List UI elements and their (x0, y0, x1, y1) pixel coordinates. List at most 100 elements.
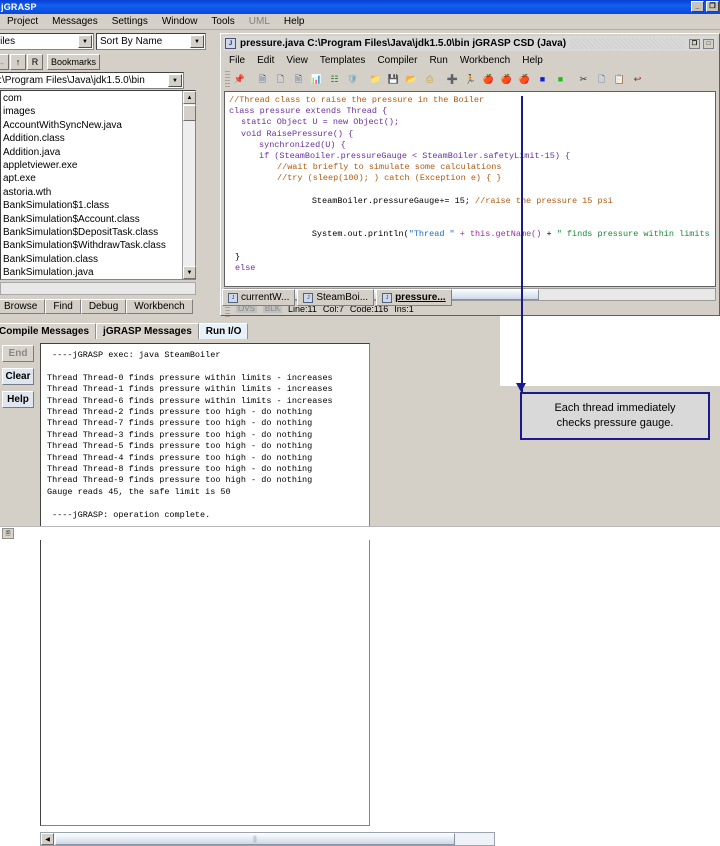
list-item[interactable]: images (3, 105, 195, 118)
csd-titlebar: J pressure.java C:\Program Files\Java\jd… (223, 36, 717, 51)
file-tab-pressure[interactable]: J pressure... (376, 289, 452, 306)
file-tab-currentw[interactable]: J currentW... (222, 289, 295, 306)
list-item[interactable]: Addition.java (3, 146, 195, 159)
chart-icon[interactable]: 📊 (308, 71, 325, 88)
debug-step-icon[interactable]: 🍎 (498, 71, 515, 88)
run-icon[interactable]: 🏃 (462, 71, 479, 88)
folder-open-icon[interactable]: 📁 (367, 71, 384, 88)
path-combo[interactable]: C:\Program Files\Java\jdk1.5.0\bin ▼ (0, 72, 184, 89)
tab-compile-messages[interactable]: Compile Messages (0, 323, 96, 339)
menu-help[interactable]: Help (277, 15, 312, 28)
list-item[interactable]: BankSimulation$Account.class (3, 213, 195, 226)
list-item[interactable]: BankSimulation.java (3, 266, 195, 279)
copy-icon[interactable]: 🗋 (593, 71, 610, 88)
console-line: Thread Thread-3 finds pressure too high … (47, 430, 369, 441)
console-hscrollbar[interactable]: ◀ || (40, 832, 495, 846)
scroll-up-icon[interactable]: ▲ (183, 91, 196, 104)
up-arrow-icon[interactable]: ↑ (10, 54, 26, 70)
console-line: Gauge reads 45, the safe limit is 50 (47, 487, 369, 498)
bookmarks-button[interactable]: Bookmarks (47, 54, 100, 70)
print-icon[interactable]: ⎙ (421, 71, 438, 88)
browse-folder-icon[interactable]: 📂 (403, 71, 420, 88)
pin-icon[interactable]: 📌 (231, 71, 248, 88)
green-bar-icon[interactable]: ■ (552, 71, 569, 88)
hierarchy-icon[interactable]: ☷ (326, 71, 343, 88)
menu-edit[interactable]: Edit (251, 55, 280, 66)
list-item[interactable]: AccountWithSyncNew.java (3, 119, 195, 132)
minimize-icon[interactable]: _ (691, 1, 704, 12)
open-file-icon[interactable]: 🗋 (272, 71, 289, 88)
csd-menubar: File Edit View Templates Compiler Run Wo… (223, 53, 549, 67)
code-token: this (459, 285, 479, 287)
list-item[interactable]: com (3, 92, 195, 105)
menu-compiler[interactable]: Compiler (371, 55, 423, 66)
save-file-icon[interactable]: 🖹 (290, 71, 307, 88)
file-tab-steamboiler[interactable]: J SteamBoi... (297, 289, 374, 306)
menu-workbench[interactable]: Workbench (454, 55, 516, 66)
annotation-line-2: checks pressure gauge. (557, 416, 674, 431)
restore-icon[interactable]: ❐ (689, 39, 700, 49)
code-editor[interactable]: //Thread class to raise the pressure in … (224, 91, 716, 287)
file-list-scrollbar[interactable]: ▲ ▼ (182, 91, 195, 279)
help-button[interactable]: Help (2, 391, 34, 408)
chevron-down-icon[interactable]: ▼ (168, 74, 182, 87)
chevron-down-icon[interactable]: ▼ (190, 35, 204, 48)
scrollbar-thumb[interactable]: || (55, 833, 455, 845)
debug-apple-icon[interactable]: 🍎 (480, 71, 497, 88)
list-item[interactable]: BankSimulation$WithdrawTask.class (3, 239, 195, 252)
new-file-icon[interactable]: 🗎 (254, 71, 271, 88)
menu-settings[interactable]: Settings (105, 15, 155, 28)
menu-file[interactable]: File (223, 55, 251, 66)
refresh-button[interactable]: R (27, 54, 43, 70)
undo-icon[interactable]: ↩ (629, 71, 646, 88)
scroll-down-icon[interactable]: ▼ (183, 266, 196, 279)
menu-run[interactable]: Run (423, 55, 453, 66)
cut-icon[interactable]: ✂ (575, 71, 592, 88)
shield-icon[interactable]: 🛡 (344, 71, 361, 88)
sidebar-item-find[interactable]: Find (45, 299, 80, 314)
restore-icon[interactable]: ❐ (706, 1, 719, 12)
tab-jgrasp-messages[interactable]: jGRASP Messages (96, 323, 199, 339)
back-arrow-icon[interactable]: → (0, 54, 9, 70)
list-item[interactable]: appletviewer.exe (3, 159, 195, 172)
sidebar-item-debug[interactable]: Debug (81, 299, 126, 314)
tray-app-icon[interactable]: 🗎 (2, 528, 14, 539)
list-item[interactable]: Addition.class (3, 132, 195, 145)
clear-button[interactable]: Clear (2, 368, 34, 385)
maximize-icon[interactable]: □ (703, 39, 714, 49)
code-token: } (235, 252, 240, 262)
tab-label: Debug (89, 301, 118, 312)
menu-tools[interactable]: Tools (204, 15, 241, 28)
file-list-hscrollbar[interactable] (0, 282, 196, 295)
file-filter-combo[interactable]: Files ▼ (0, 33, 94, 50)
menu-help[interactable]: Help (516, 55, 549, 66)
code-token: void RaisePressure() { (241, 129, 353, 139)
console-output[interactable]: ----jGRASP exec: java SteamBoiler Thread… (40, 343, 370, 826)
toolbar-grip[interactable] (225, 71, 230, 87)
sidebar-item-browse[interactable]: Browse (0, 299, 45, 314)
annotation-arrowhead-icon (516, 383, 526, 392)
list-item[interactable]: apt.exe (3, 172, 195, 185)
chevron-down-icon[interactable]: ▼ (78, 35, 92, 48)
save-disk-icon[interactable]: 💾 (385, 71, 402, 88)
debug-stop-icon[interactable]: 🍎 (516, 71, 533, 88)
paste-icon[interactable]: 📋 (611, 71, 628, 88)
menu-window[interactable]: Window (155, 15, 205, 28)
list-item[interactable]: BankSimulation$DepositTask.class (3, 226, 195, 239)
list-item[interactable]: BankSimulation.class (3, 253, 195, 266)
add-icon[interactable]: ➕ (444, 71, 461, 88)
scrollbar-thumb[interactable] (183, 105, 196, 121)
tab-run-io[interactable]: Run I/O (199, 323, 249, 339)
menu-view[interactable]: View (280, 55, 314, 66)
menu-messages[interactable]: Messages (45, 15, 105, 28)
list-item[interactable]: astoria.wth (3, 186, 195, 199)
blue-square-icon[interactable]: ■ (534, 71, 551, 88)
list-item[interactable]: BankSimulation$1.class (3, 199, 195, 212)
scroll-left-icon[interactable]: ◀ (41, 833, 54, 845)
jgrasp-application-window: jGRASP _ ❐ Project Messages Settings Win… (0, 0, 720, 540)
menu-project[interactable]: Project (0, 15, 45, 28)
sort-combo[interactable]: Sort By Name ▼ (96, 33, 206, 50)
file-list[interactable]: com images AccountWithSyncNew.java Addit… (0, 90, 196, 280)
sidebar-item-workbench[interactable]: Workbench (126, 299, 192, 314)
menu-templates[interactable]: Templates (314, 55, 372, 66)
